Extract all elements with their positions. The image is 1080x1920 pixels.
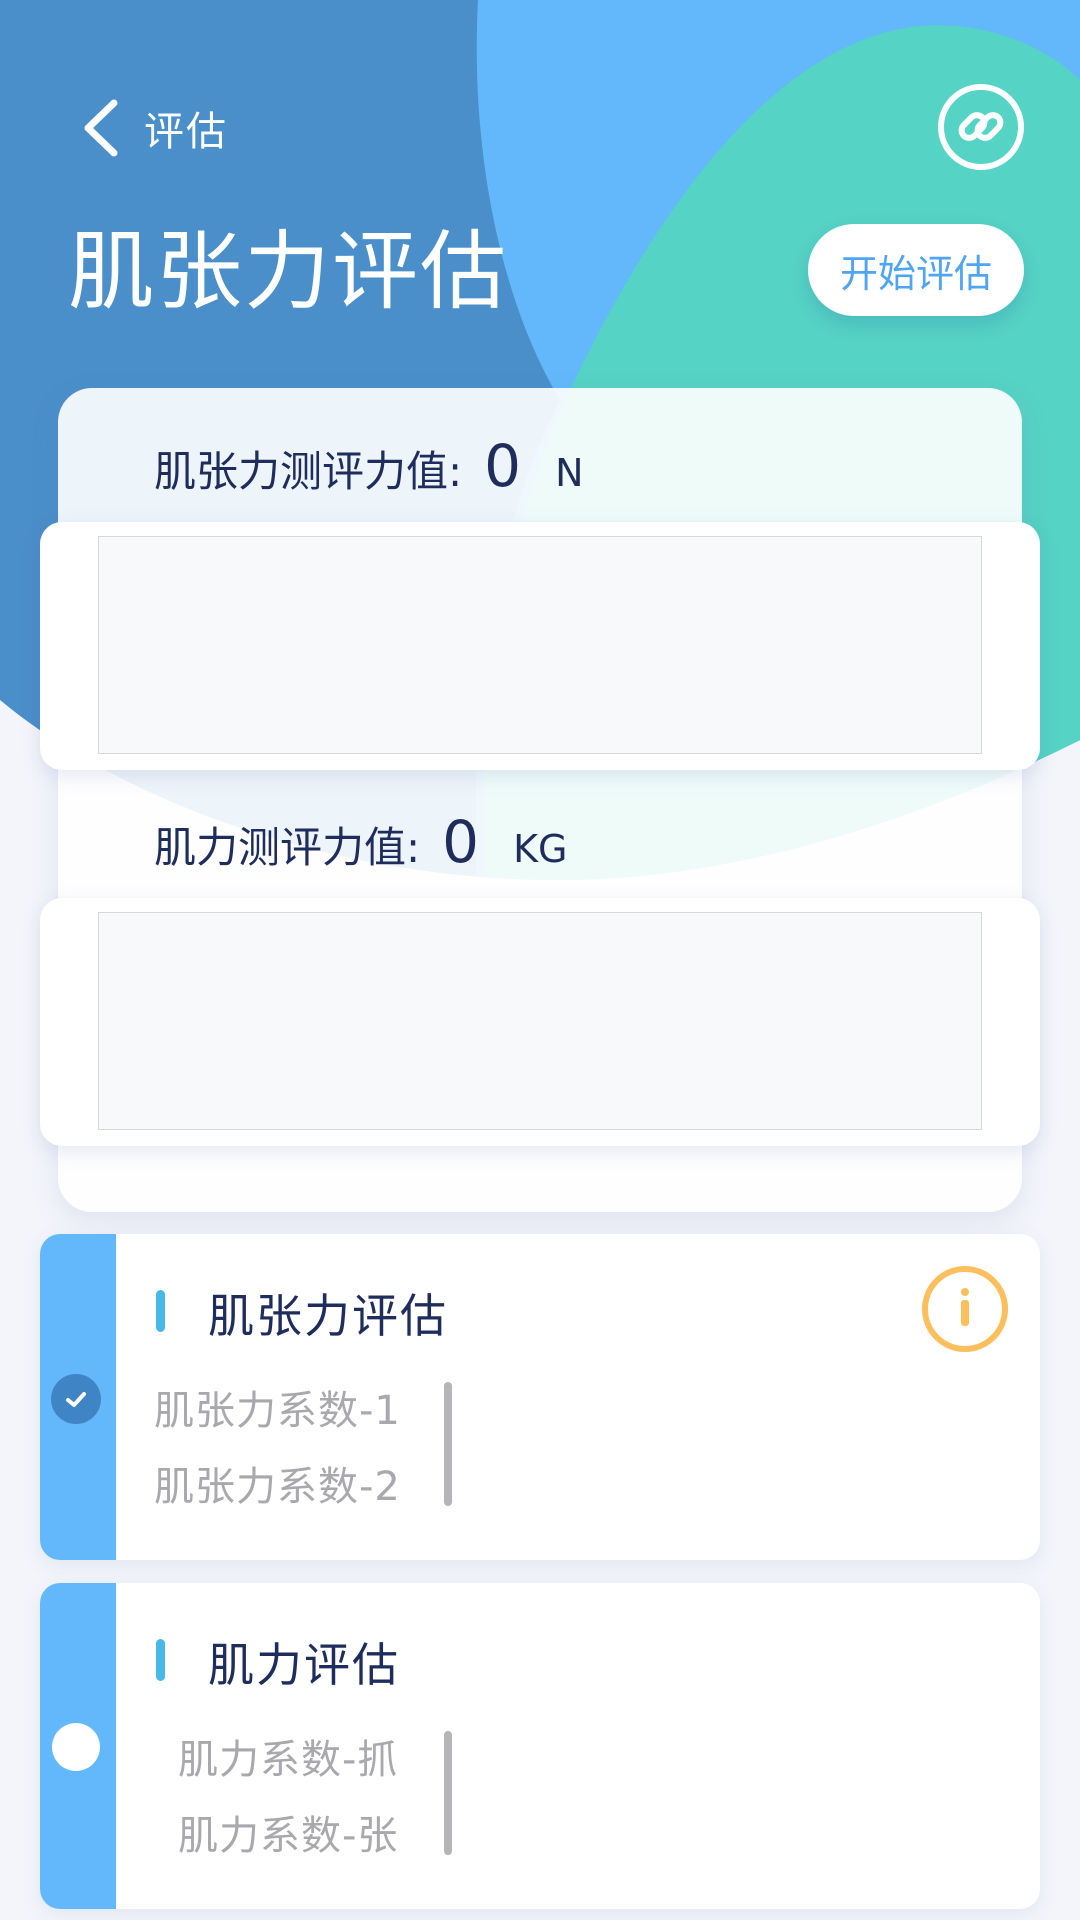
strength-unit: KG [513, 827, 568, 871]
start-evaluation-button[interactable]: 开始评估 [808, 224, 1024, 316]
coefficient-label: 肌力系数-张 [178, 1813, 399, 1859]
title-accent [156, 1639, 165, 1681]
tension-chart-area [98, 536, 982, 754]
page-title: 肌张力评估 [68, 222, 508, 322]
coefficient-label: 肌力系数-抓 [178, 1737, 399, 1783]
tension-unit: N [555, 451, 584, 495]
tension-label: 肌张力测评力值: [154, 447, 463, 496]
card-title: 肌力评估 [208, 1638, 400, 1692]
tension-value: 0 [484, 432, 522, 500]
info-button[interactable] [922, 1266, 1008, 1352]
back-button[interactable]: 评估 [78, 96, 228, 160]
link-button[interactable] [938, 84, 1024, 170]
link-icon [958, 112, 1004, 141]
tension-metric: 肌张力测评力值: 0 N [154, 432, 584, 500]
chevron-left-icon [84, 99, 118, 157]
coefficient-divider [444, 1731, 452, 1855]
coefficient-label: 肌张力系数-1 [154, 1388, 401, 1434]
strength-value: 0 [442, 808, 480, 876]
info-icon [961, 1288, 969, 1326]
strength-evaluation-card[interactable]: 肌力评估 肌力系数-抓 肌力系数-张 [40, 1583, 1040, 1909]
coefficient-label: 肌张力系数-2 [154, 1464, 401, 1510]
strength-chart-card [40, 898, 1040, 1146]
strength-label: 肌力测评力值: [154, 823, 421, 872]
strength-chart-area [98, 912, 982, 1130]
back-label: 评估 [144, 109, 228, 155]
tension-chart-card [40, 522, 1040, 770]
card-title: 肌张力评估 [208, 1289, 448, 1343]
coefficient-divider [444, 1382, 452, 1506]
strength-metric: 肌力测评力值: 0 KG [154, 808, 567, 876]
selected-radio[interactable] [51, 1374, 101, 1424]
tension-evaluation-card[interactable]: 肌张力评估 肌张力系数-1 肌张力系数-2 [40, 1234, 1040, 1560]
check-icon [66, 1392, 86, 1407]
title-accent [156, 1290, 165, 1332]
unselected-radio[interactable] [52, 1723, 100, 1771]
